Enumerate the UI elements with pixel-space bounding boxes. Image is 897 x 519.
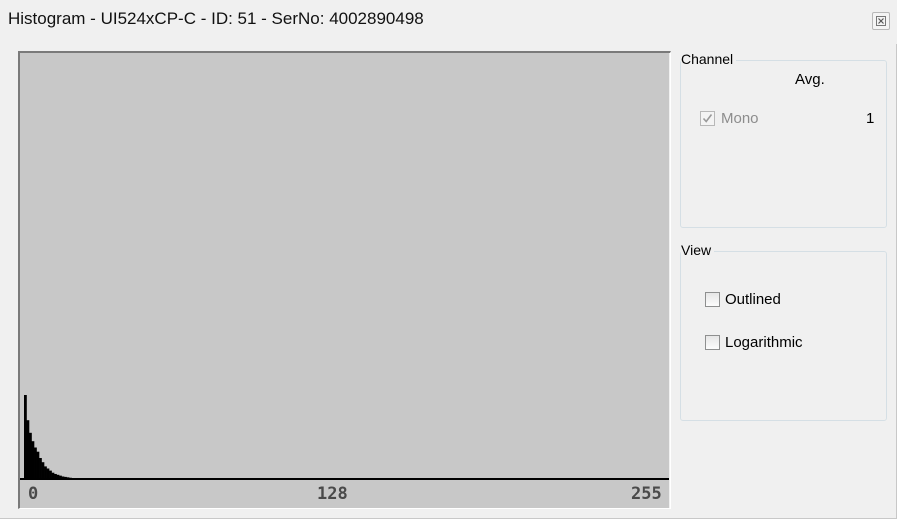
axis-label-255: 255 (631, 484, 662, 504)
histogram-bar (44, 466, 47, 479)
check-icon (702, 114, 713, 123)
axis-label-0: 0 (28, 484, 39, 504)
histogram-bar (34, 447, 37, 479)
histogram-bars (24, 395, 75, 479)
outlined-label: Outlined (725, 291, 781, 308)
histogram-bar (36, 451, 40, 479)
view-group-title: View (681, 242, 715, 258)
close-icon (876, 16, 886, 26)
logarithmic-label: Logarithmic (725, 334, 803, 351)
histogram-bar (46, 468, 50, 479)
window-title: Histogram - UI524xCP-C - ID: 51 - SerNo:… (8, 9, 424, 28)
histogram-bar (49, 470, 52, 479)
mono-label: Mono (721, 110, 759, 127)
histogram-bar (24, 395, 27, 479)
histogram-bar (41, 462, 45, 479)
histogram-bar (29, 432, 32, 479)
view-group: View Outlined Logarithmic (680, 242, 887, 421)
histogram-bar (39, 458, 42, 479)
histogram-plot: 0 128 255 (20, 53, 669, 508)
histogram-window: Histogram - UI524xCP-C - ID: 51 - SerNo:… (0, 0, 897, 519)
channel-group-title: Channel (681, 51, 737, 67)
channel-group: Channel Avg. Mono 1 (680, 51, 887, 228)
title-bar: Histogram - UI524xCP-C - ID: 51 - SerNo:… (0, 0, 897, 44)
histogram-svg (20, 395, 669, 480)
avg-header: Avg. (795, 71, 825, 88)
axis-label-128: 128 (317, 484, 348, 504)
logarithmic-checkbox[interactable] (705, 335, 720, 350)
histogram-frame: 0 128 255 (18, 51, 671, 509)
histogram-bar (31, 441, 35, 479)
mono-avg-value: 1 (866, 110, 875, 127)
outlined-checkbox[interactable] (705, 292, 720, 307)
mono-checkbox[interactable] (700, 111, 715, 126)
histogram-bar (26, 420, 30, 479)
close-button[interactable] (872, 12, 890, 30)
